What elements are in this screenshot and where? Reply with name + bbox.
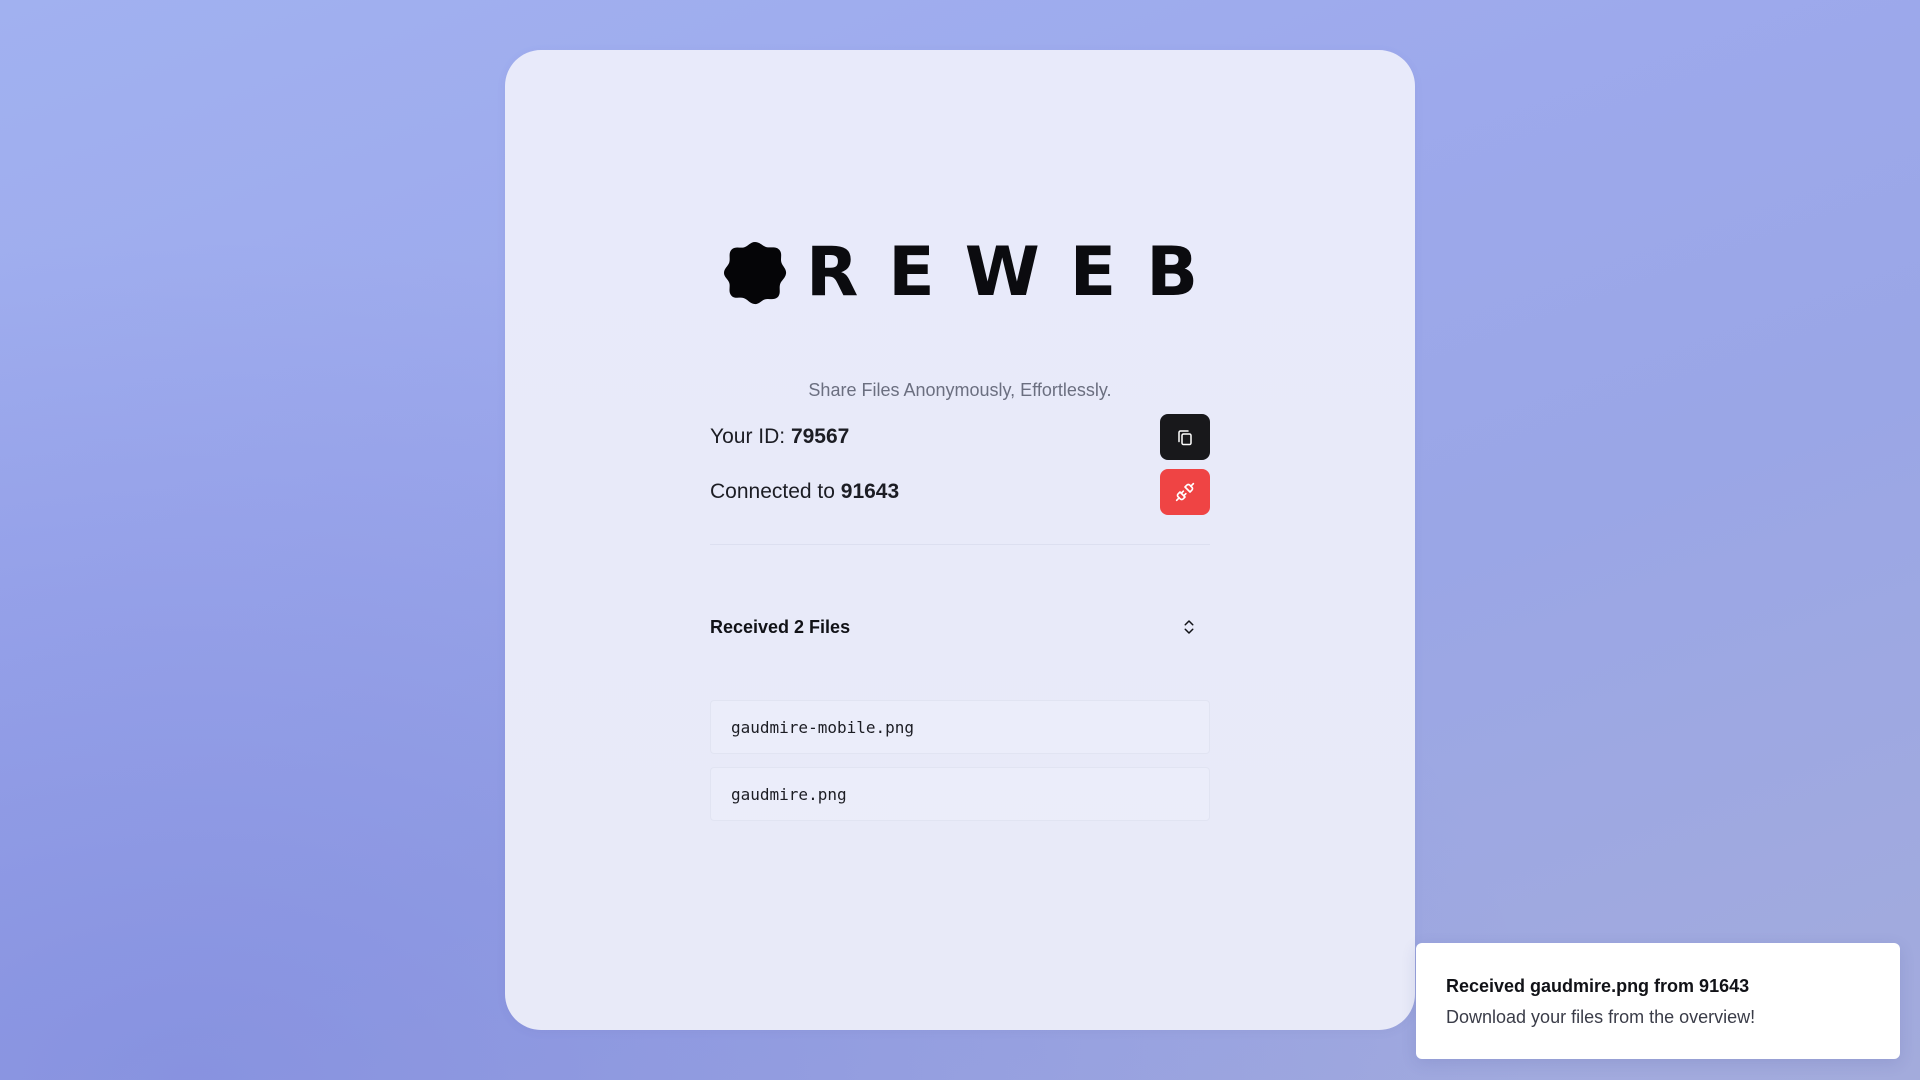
file-item[interactable]: gaudmire.png [710,767,1210,821]
your-id-label: Your ID: 79567 [710,425,849,449]
toast-title: Received gaudmire.png from 91643 [1446,976,1750,996]
your-id-row: Your ID: 79567 [710,414,1210,460]
disconnect-button[interactable] [1160,469,1210,515]
brand-header: REWEB [505,233,1415,312]
received-files-title: Received 2 Files [710,616,851,637]
file-item[interactable]: gaudmire-mobile.png [710,700,1210,754]
tagline: Share Files Anonymously, Effortlessly. [808,380,1112,400]
notification-toast: Received gaudmire.png from 91643 Downloa… [1416,943,1900,1059]
connected-prefix: Connected to [710,480,841,503]
your-id-prefix: Your ID: [710,425,791,448]
divider [710,544,1210,545]
chevrons-up-down-icon [1184,620,1194,634]
brand-name: REWEB [805,233,1229,312]
collapse-toggle-button[interactable] [1174,612,1204,642]
toast-description: Download your files from the overview! [1446,1007,1756,1027]
copy-id-button[interactable] [1160,414,1210,460]
blob-badge-icon [723,241,787,305]
connected-peer-id: 91643 [840,480,900,503]
received-files-header[interactable]: Received 2 Files [710,612,1210,642]
connected-row: Connected to 91643 [710,469,1210,515]
main-card: REWEB Share Files Anonymously, Effortles… [505,50,1415,1030]
unplug-icon [1175,482,1195,502]
connected-label: Connected to 91643 [710,480,899,504]
your-id-value: 79567 [790,425,850,448]
copy-icon [1178,430,1192,446]
